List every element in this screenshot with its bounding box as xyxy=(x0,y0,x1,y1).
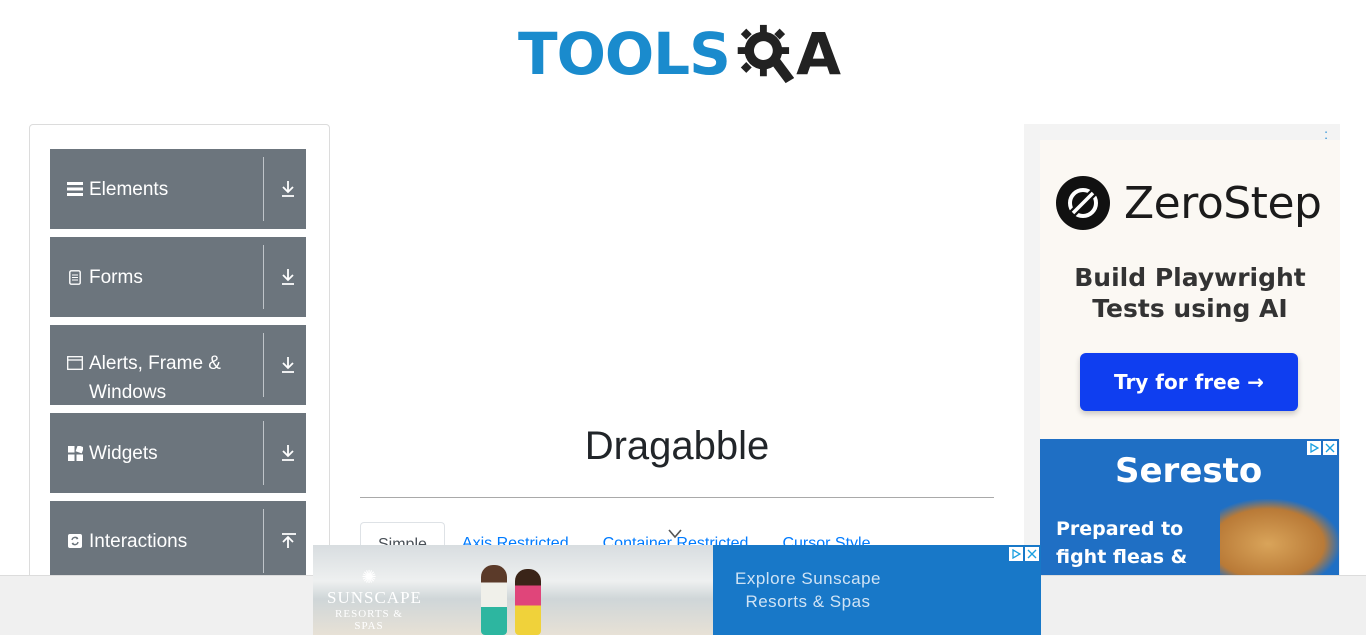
zerostep-logo-icon xyxy=(1056,176,1110,230)
divider xyxy=(263,245,264,309)
adchoices-icon[interactable] xyxy=(1009,547,1023,561)
close-ad-icon[interactable] xyxy=(1025,547,1039,561)
sunscape-brand-line1: SUNSCAPE xyxy=(327,588,422,607)
download-arrow-icon[interactable] xyxy=(276,265,300,289)
sidebar-group-widgets[interactable]: Widgets xyxy=(50,413,306,493)
sunscape-cta[interactable]: Explore Sunscape Resorts & Spas xyxy=(713,545,903,635)
zerostep-headline: Build Playwright Tests using AI xyxy=(1074,263,1306,323)
sunscape-logo: ✺ SUNSCAPE RESORTS & SPAS xyxy=(327,567,422,632)
divider xyxy=(263,333,264,397)
widgets-icon xyxy=(67,445,83,461)
adchoices-icon[interactable] xyxy=(1307,441,1321,455)
sunscape-turtle-icon: ✺ xyxy=(361,567,377,587)
zerostep-cta-button[interactable]: Try for free → xyxy=(1080,353,1298,411)
window-icon xyxy=(67,355,83,371)
title-divider xyxy=(360,497,994,498)
download-arrow-icon[interactable] xyxy=(276,441,300,465)
ad-seresto[interactable]: Seresto Prepared to fight fleas & xyxy=(1040,439,1339,576)
close-ad-icon[interactable] xyxy=(1323,441,1337,455)
refresh-icon xyxy=(67,533,83,549)
logo-text-tools: TOOLS xyxy=(518,19,731,88)
sidebar: Elements Forms Alerts, Frame & Windows W… xyxy=(29,124,330,594)
sidebar-group-label: Elements xyxy=(89,178,169,200)
zerostep-brand-name: ZeroStep xyxy=(1124,177,1322,229)
child-figure xyxy=(481,565,507,635)
ad-zerostep[interactable]: ZeroStep Build Playwright Tests using AI… xyxy=(1040,140,1340,440)
download-arrow-icon[interactable] xyxy=(276,353,300,377)
child-figure xyxy=(515,569,541,635)
sidebar-group-label: Widgets xyxy=(89,442,158,464)
sidebar-group-interactions[interactable]: Interactions xyxy=(50,501,306,581)
hamburger-icon xyxy=(67,181,83,197)
sidebar-group-elements[interactable]: Elements xyxy=(50,149,306,229)
download-arrow-icon[interactable] xyxy=(276,177,300,201)
sidebar-group-label: Forms xyxy=(89,266,143,288)
document-icon xyxy=(67,269,83,285)
sidebar-group-label: Interactions xyxy=(89,530,188,552)
sidebar-group-label: Alerts, Frame & Windows xyxy=(89,353,221,403)
divider xyxy=(263,509,264,573)
sidebar-group-forms[interactable]: Forms xyxy=(50,237,306,317)
page-title: Dragabble xyxy=(584,424,770,468)
upload-arrow-icon[interactable] xyxy=(276,529,300,553)
divider xyxy=(263,157,264,221)
sidebar-group-alerts[interactable]: Alerts, Frame & Windows xyxy=(50,325,306,405)
logo-text-a: A xyxy=(796,19,841,88)
ad-choices[interactable] xyxy=(1009,547,1039,561)
divider xyxy=(263,421,264,485)
sunscape-brand-line2: RESORTS & SPAS xyxy=(335,608,403,632)
ad-sunscape[interactable]: ✺ SUNSCAPE RESORTS & SPAS Explore Sunsca… xyxy=(313,545,1041,635)
dog-image xyxy=(1220,499,1339,576)
ad-choices[interactable] xyxy=(1307,441,1337,455)
collapse-ad-chevron-icon[interactable] xyxy=(667,528,683,540)
seresto-brand: Seresto xyxy=(1115,451,1263,491)
gear-q-icon xyxy=(737,24,795,83)
toolsqa-logo[interactable]: TOOLS A xyxy=(518,16,841,91)
zerostep-brand: ZeroStep xyxy=(1056,176,1322,230)
seresto-tagline: Prepared to fight fleas & xyxy=(1056,518,1188,568)
